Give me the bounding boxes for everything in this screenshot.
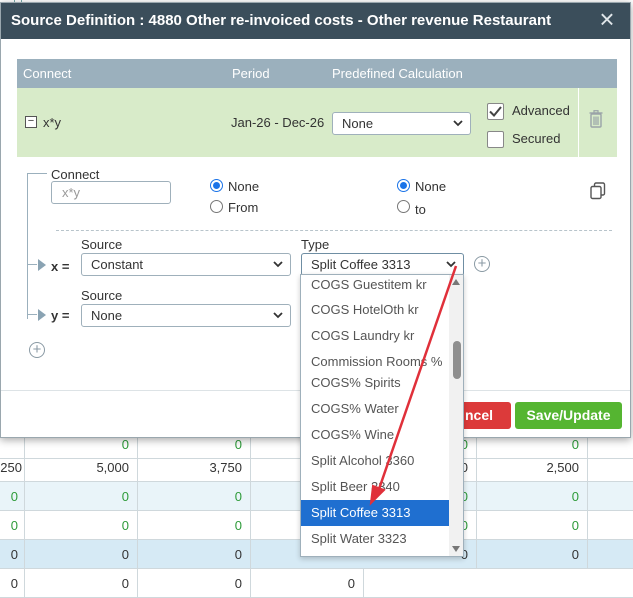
x-type-select[interactable]: Split Coffee 3313	[301, 253, 464, 276]
grid-cell: 0	[138, 482, 251, 511]
grid-cell: 0	[138, 569, 251, 598]
dropdown-option[interactable]: Split Beer 3340	[301, 474, 449, 500]
secured-checkbox[interactable]	[487, 131, 504, 148]
grid-cell: 0	[251, 569, 364, 598]
arrow-right-icon	[38, 259, 46, 271]
grid-cell: 2,500	[477, 453, 588, 482]
dropdown-option-selected[interactable]: Split Coffee 3313	[301, 500, 449, 526]
to-none-label: None	[415, 179, 447, 194]
from-label: From	[228, 200, 259, 215]
header-period: Period	[232, 66, 270, 81]
advanced-checkbox[interactable]	[487, 103, 504, 120]
tree-line	[27, 314, 37, 315]
tree-line	[27, 264, 37, 265]
grid-cell: 0	[0, 511, 25, 540]
x-source-value: Constant	[91, 257, 144, 272]
row-formula: x*y	[43, 115, 62, 130]
chevron-down-icon	[453, 113, 463, 142]
grid-cell: 0	[138, 511, 251, 540]
dropdown-option[interactable]: COGS% Spirits	[301, 370, 449, 396]
dropdown-option[interactable]: COGS HotelOth kr	[301, 297, 449, 323]
table-row: − x*y Jan-26 - Dec-26 None Advanced Secu…	[17, 88, 617, 157]
dropdown-option[interactable]: Split Water 3323	[301, 526, 449, 552]
header-predefined-calculation: Predefined Calculation	[332, 66, 463, 81]
grid-cell: 0	[25, 540, 138, 569]
save-update-button[interactable]: Save/Update	[515, 402, 622, 429]
grid-cell: 0	[477, 540, 588, 569]
connect-input[interactable]: x*y	[51, 181, 171, 204]
chevron-down-icon	[273, 254, 283, 283]
grid-cell: 250	[0, 453, 25, 482]
grid-cell: 0	[138, 540, 251, 569]
trash-icon[interactable]	[589, 110, 603, 128]
dropdown-scrollbar[interactable]	[449, 275, 463, 556]
grid-cell: 0	[0, 540, 25, 569]
divider	[56, 230, 612, 231]
predefined-calculation-value: None	[342, 116, 374, 131]
to-none-radio[interactable]	[397, 179, 410, 192]
table-header: Connect Period Predefined Calculation	[17, 59, 617, 88]
close-icon[interactable]: ×	[596, 6, 618, 33]
dialog-header: Source Definition : 4880 Other re-invoic…	[1, 3, 630, 39]
to-radio[interactable]	[397, 200, 410, 213]
dropdown-option[interactable]: Split Alcohol 3360	[301, 448, 449, 474]
advanced-label: Advanced	[512, 103, 570, 118]
x-type-value: Split Coffee 3313	[311, 257, 411, 272]
chevron-down-icon	[273, 305, 283, 334]
y-source-select[interactable]: None	[81, 304, 291, 327]
from-none-label: None	[228, 179, 260, 194]
y-source-value: None	[91, 308, 123, 323]
row-separator	[578, 88, 579, 157]
dropdown-option[interactable]: COGS Laundry kr	[301, 323, 449, 349]
x-type-label: Type	[301, 237, 330, 252]
x-source-label: Source	[81, 237, 123, 252]
to-label: to	[415, 202, 426, 217]
add-icon[interactable]: +	[474, 256, 490, 272]
scroll-up-icon[interactable]	[452, 279, 460, 285]
grid-cell: 0	[25, 511, 138, 540]
collapse-icon[interactable]: −	[25, 116, 37, 128]
arrow-right-icon	[38, 309, 46, 321]
x-source-select[interactable]: Constant	[81, 253, 291, 276]
tree-line	[27, 173, 28, 319]
grid-cell: 0	[477, 511, 588, 540]
from-none-radio[interactable]	[210, 179, 223, 192]
grid-cell: 0	[0, 482, 25, 511]
dropdown-option[interactable]: COGS% Wine	[301, 422, 449, 448]
y-variable-label: y =	[51, 308, 70, 323]
secured-label: Secured	[512, 131, 561, 146]
add-icon[interactable]: +	[29, 342, 45, 358]
grid-cell: 0	[477, 482, 588, 511]
scroll-down-icon[interactable]	[452, 546, 460, 552]
grid-cell: 5,000	[25, 453, 138, 482]
copy-icon[interactable]	[590, 182, 606, 200]
scrollbar-thumb[interactable]	[453, 341, 461, 379]
header-connect: Connect	[23, 66, 72, 81]
type-dropdown-list: COGS Guestitem kr COGS HotelOth kr COGS …	[300, 274, 464, 557]
grid-cell: 0	[25, 569, 138, 598]
predefined-calculation-select[interactable]: None	[332, 112, 471, 135]
y-source-label: Source	[81, 288, 123, 303]
grid-cell: 3,750	[138, 453, 251, 482]
dialog-title: Source Definition : 4880 Other re-invoic…	[11, 12, 552, 29]
connect-label: Connect	[51, 167, 100, 182]
grid-row: 0 0 0 0	[0, 569, 633, 598]
grid-cell: 0	[0, 569, 25, 598]
grid-cell: 0	[25, 482, 138, 511]
from-radio[interactable]	[210, 200, 223, 213]
tree-line	[27, 173, 47, 174]
row-period: Jan-26 - Dec-26	[231, 115, 325, 130]
dropdown-option[interactable]: COGS Guestitem kr	[301, 275, 449, 298]
dropdown-option[interactable]: COGS% Water	[301, 396, 449, 422]
x-variable-label: x =	[51, 259, 70, 274]
